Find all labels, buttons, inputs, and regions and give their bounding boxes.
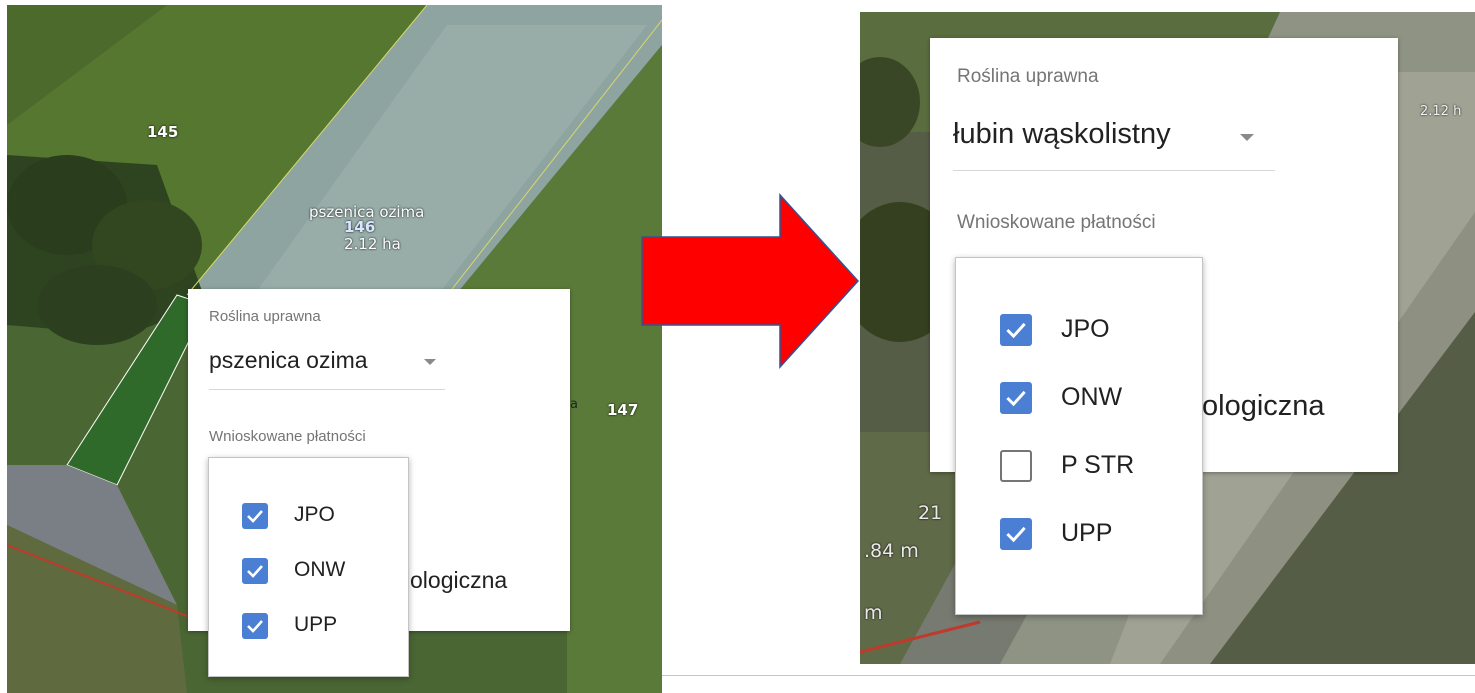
checkmark-icon [1006, 526, 1026, 543]
payment-option-upp[interactable]: UPP [956, 514, 1202, 554]
parcel-number-label: 145 [147, 123, 179, 141]
checkbox-checked[interactable] [242, 613, 268, 639]
option-label: JPO [294, 503, 335, 526]
payments-dropdown[interactable]: JPO ONW UPP [208, 457, 409, 677]
crop-select-value[interactable]: łubin wąskolistny [953, 118, 1171, 151]
checkbox-unchecked[interactable] [1000, 450, 1032, 482]
map-label: m [864, 602, 883, 624]
crop-field-label: Roślina uprawna [209, 308, 321, 325]
option-label: UPP [294, 613, 338, 636]
obscured-text: ologiczna [410, 567, 508, 593]
checkbox-checked[interactable] [1000, 382, 1032, 414]
checkmark-icon [247, 510, 263, 523]
option-label: ONW [294, 558, 346, 581]
area-label: 2.12 ha [344, 235, 401, 253]
payments-dropdown[interactable]: JPO ONW P STR UPP [955, 257, 1203, 615]
map-fragment-label: a [570, 397, 578, 412]
payments-field-label: Wnioskowane płatności [957, 212, 1156, 233]
checkmark-icon [1006, 390, 1026, 407]
select-underline [953, 170, 1275, 171]
payment-option-onw[interactable]: ONW [209, 553, 408, 589]
checkbox-checked[interactable] [1000, 518, 1032, 550]
divider [662, 675, 1475, 676]
payment-option-onw[interactable]: ONW [956, 378, 1202, 418]
checkmark-icon [247, 565, 263, 578]
right-screenshot-panel: 2.12 h 21 .84 m m Roślina uprawna łubin … [860, 12, 1475, 664]
checkmark-icon [1006, 322, 1026, 339]
payment-option-jpo[interactable]: JPO [956, 310, 1202, 350]
dropdown-caret-icon[interactable] [1240, 134, 1254, 141]
option-label: P STR [1061, 451, 1135, 479]
dropdown-caret-icon[interactable] [424, 359, 436, 365]
select-underline [209, 389, 445, 390]
obscured-text: ologiczna [1202, 390, 1325, 422]
parcel-number-label: 146 [344, 218, 376, 236]
crop-select-value[interactable]: pszenica ozima [209, 347, 368, 374]
checkbox-checked[interactable] [1000, 314, 1032, 346]
map-label: 21 [918, 502, 943, 524]
left-screenshot-panel: 145 pszenica ozima 146 2.12 ha 147 Rośli… [7, 5, 662, 693]
payment-option-jpo[interactable]: JPO [209, 498, 408, 534]
payments-field-label: Wnioskowane płatności [209, 428, 366, 445]
crop-field-label: Roślina uprawna [957, 66, 1099, 87]
checkbox-checked[interactable] [242, 503, 268, 529]
area-label: 2.12 h [1420, 104, 1462, 119]
option-label: JPO [1061, 315, 1110, 343]
option-label: ONW [1061, 383, 1123, 411]
payment-option-pstr[interactable]: P STR [956, 446, 1202, 486]
parcel-number-label: 147 [607, 401, 639, 419]
right-arrow-icon [641, 193, 860, 369]
option-label: UPP [1061, 519, 1113, 547]
distance-label: .84 m [864, 540, 919, 562]
checkbox-checked[interactable] [242, 558, 268, 584]
payment-option-upp[interactable]: UPP [209, 608, 408, 644]
checkmark-icon [247, 620, 263, 633]
